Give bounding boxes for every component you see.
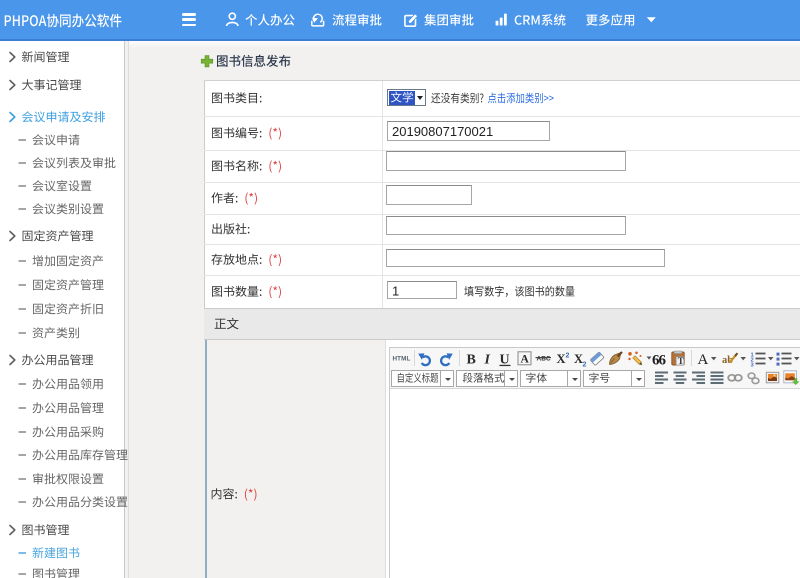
svg-text:X: X (557, 352, 566, 366)
svg-text:2: 2 (566, 353, 570, 360)
svg-text:2: 2 (583, 362, 587, 369)
svg-text:66: 66 (652, 353, 667, 369)
svg-text:T: T (678, 356, 684, 366)
svg-text:A: A (698, 352, 709, 368)
svg-text:1: 1 (392, 284, 399, 299)
svg-text:3: 3 (751, 363, 755, 369)
svg-text:20190807170021: 20190807170021 (392, 124, 493, 139)
svg-text:B: B (467, 353, 476, 368)
svg-text:ABC: ABC (537, 356, 551, 363)
svg-text:I: I (484, 353, 491, 368)
svg-text:HTML: HTML (393, 356, 411, 363)
svg-text:A: A (521, 354, 530, 366)
